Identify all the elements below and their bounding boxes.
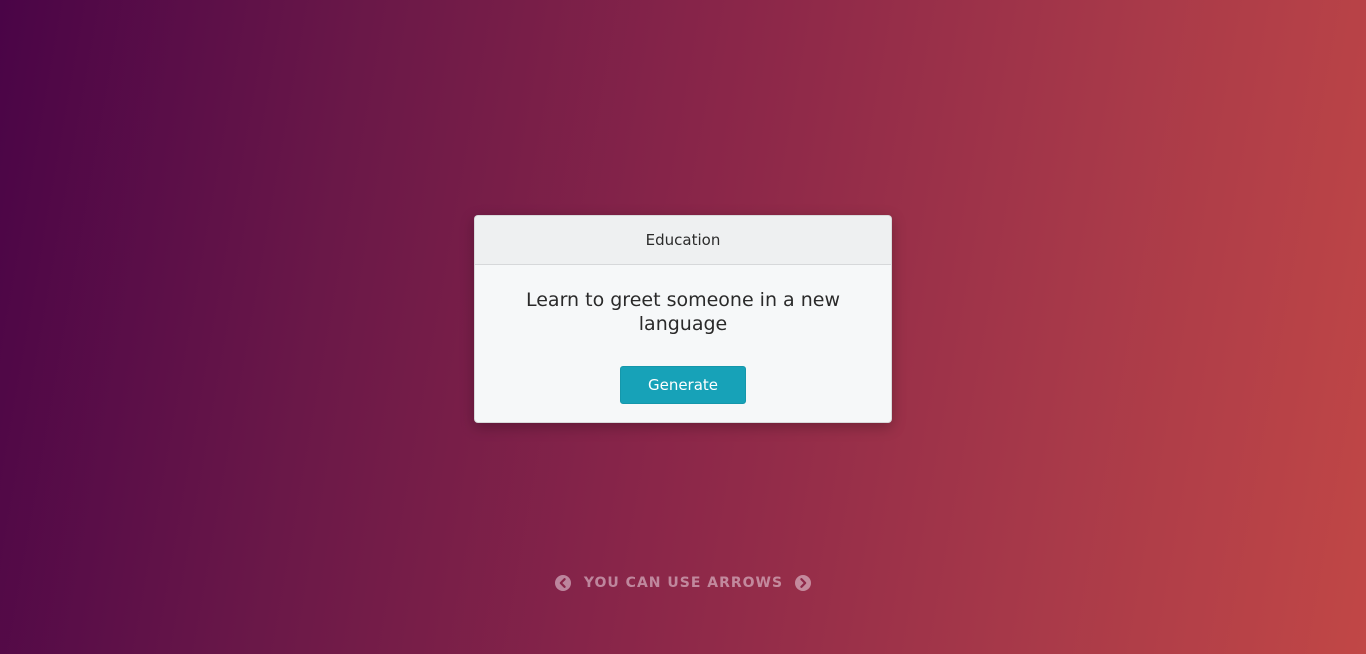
idea-card: Education Learn to greet someone in a ne…: [474, 215, 892, 423]
idea-text: Learn to greet someone in a new language: [525, 289, 840, 335]
card-category-header: Education: [475, 216, 891, 265]
chevron-left-circle-icon[interactable]: [554, 575, 571, 591]
category-label: Education: [645, 231, 721, 249]
hint-text: YOU CAN USE ARROWS: [583, 575, 784, 591]
card-body: Learn to greet someone in a new language…: [475, 265, 891, 404]
chevron-right-circle-icon[interactable]: [795, 575, 812, 591]
arrow-hint: YOU CAN USE ARROWS: [0, 575, 1366, 591]
generate-button[interactable]: Generate: [620, 366, 746, 404]
